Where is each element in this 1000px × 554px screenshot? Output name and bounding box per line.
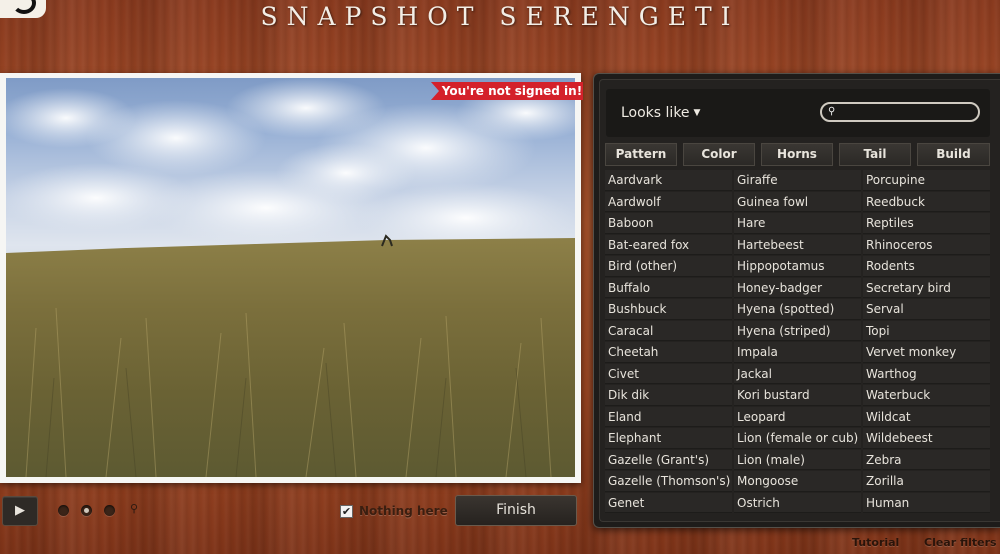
- species-column-3: Porcupine Reedbuck Reptiles Rhinoceros R…: [863, 170, 990, 514]
- tab-build[interactable]: Build: [917, 143, 990, 166]
- not-signed-in-banner: You're not signed in!: [431, 82, 583, 100]
- tutorial-link[interactable]: Tutorial: [852, 536, 899, 549]
- species-item[interactable]: Eland: [605, 406, 732, 427]
- species-item[interactable]: Hartebeest: [734, 234, 861, 255]
- map-pin-icon[interactable]: ⚲: [130, 503, 140, 515]
- species-item[interactable]: Aardvark: [605, 170, 732, 191]
- species-item[interactable]: Waterbuck: [863, 385, 990, 406]
- image-controls: ▶ ⚲ ✔ Nothing here Finish: [0, 490, 590, 530]
- species-item[interactable]: Reptiles: [863, 213, 990, 234]
- tab-pattern[interactable]: Pattern: [605, 143, 677, 166]
- play-icon: ▶: [15, 503, 25, 518]
- nothing-here-option[interactable]: ✔ Nothing here: [340, 502, 448, 520]
- species-item[interactable]: Bird (other): [605, 256, 732, 277]
- species-item[interactable]: Gazelle (Grant's): [605, 449, 732, 470]
- species-item[interactable]: Gazelle (Thomson's): [605, 471, 732, 492]
- finish-button[interactable]: Finish: [455, 495, 577, 526]
- species-item[interactable]: Aardwolf: [605, 191, 732, 212]
- species-item[interactable]: Zebra: [863, 449, 990, 470]
- species-item[interactable]: Hyena (striped): [734, 320, 861, 341]
- species-item[interactable]: Warthog: [863, 363, 990, 384]
- species-item[interactable]: Kori bustard: [734, 385, 861, 406]
- subject-image-frame: [0, 73, 581, 483]
- species-item[interactable]: Human: [863, 492, 990, 513]
- tab-color[interactable]: Color: [683, 143, 755, 166]
- frame-dot-2[interactable]: [81, 505, 92, 516]
- species-search-input[interactable]: [842, 105, 972, 119]
- species-item[interactable]: Hyena (spotted): [734, 299, 861, 320]
- frame-dot-3[interactable]: [104, 505, 115, 516]
- species-list: Aardvark Aardwolf Baboon Bat-eared fox B…: [605, 170, 990, 515]
- species-item[interactable]: Zorilla: [863, 471, 990, 492]
- species-item[interactable]: Hippopotamus: [734, 256, 861, 277]
- tab-horns[interactable]: Horns: [761, 143, 833, 166]
- species-item[interactable]: Bushbuck: [605, 299, 732, 320]
- species-item[interactable]: Civet: [605, 363, 732, 384]
- frame-dot-1[interactable]: [58, 505, 69, 516]
- species-item[interactable]: Cheetah: [605, 342, 732, 363]
- looks-like-dropdown[interactable]: Looks like ▼: [621, 102, 700, 124]
- species-item[interactable]: Elephant: [605, 428, 732, 449]
- species-item[interactable]: Vervet monkey: [863, 342, 990, 363]
- species-item[interactable]: Lion (female or cub): [734, 428, 861, 449]
- species-item[interactable]: Rhinoceros: [863, 234, 990, 255]
- species-item[interactable]: Baboon: [605, 213, 732, 234]
- species-item[interactable]: Wildebeest: [863, 428, 990, 449]
- savanna-scene-image: [6, 78, 575, 477]
- species-item[interactable]: Impala: [734, 342, 861, 363]
- species-column-1: Aardvark Aardwolf Baboon Bat-eared fox B…: [605, 170, 732, 514]
- species-item[interactable]: Bat-eared fox: [605, 234, 732, 255]
- species-item[interactable]: Rodents: [863, 256, 990, 277]
- species-item[interactable]: Lion (male): [734, 449, 861, 470]
- looks-like-label: Looks like: [621, 105, 690, 121]
- chevron-down-icon: ▼: [693, 108, 701, 118]
- species-search-field[interactable]: ⚲: [820, 102, 980, 122]
- species-item[interactable]: Honey-badger: [734, 277, 861, 298]
- species-item[interactable]: Ostrich: [734, 492, 861, 513]
- species-item[interactable]: Genet: [605, 492, 732, 513]
- camera-trap-photo: [6, 78, 575, 477]
- nothing-here-label: Nothing here: [359, 504, 448, 518]
- species-item[interactable]: Topi: [863, 320, 990, 341]
- species-item[interactable]: Caracal: [605, 320, 732, 341]
- species-column-2: Giraffe Guinea fowl Hare Hartebeest Hipp…: [734, 170, 861, 514]
- species-item[interactable]: Leopard: [734, 406, 861, 427]
- site-title: SNAPSHOT SERENGETI: [260, 2, 740, 31]
- species-item[interactable]: Mongoose: [734, 471, 861, 492]
- species-item[interactable]: Reedbuck: [863, 191, 990, 212]
- filter-tabs: Pattern Color Horns Tail Build: [605, 143, 990, 166]
- species-item[interactable]: Jackal: [734, 363, 861, 384]
- play-button[interactable]: ▶: [2, 496, 38, 526]
- species-item[interactable]: Porcupine: [863, 170, 990, 191]
- filter-bar: Looks like ▼ ⚲: [606, 89, 990, 137]
- species-item[interactable]: Giraffe: [734, 170, 861, 191]
- clouds: [6, 78, 575, 253]
- species-item[interactable]: Secretary bird: [863, 277, 990, 298]
- clear-filters-link[interactable]: Clear filters: [924, 536, 997, 549]
- nothing-here-checkbox[interactable]: ✔: [340, 504, 353, 518]
- species-item[interactable]: Hare: [734, 213, 861, 234]
- species-item[interactable]: Buffalo: [605, 277, 732, 298]
- search-icon: ⚲: [828, 106, 836, 117]
- species-item[interactable]: Serval: [863, 299, 990, 320]
- species-item[interactable]: Guinea fowl: [734, 191, 861, 212]
- classification-panel: Looks like ▼ ⚲ Pattern Color Horns Tail B…: [593, 73, 1000, 528]
- tab-tail[interactable]: Tail: [839, 143, 911, 166]
- species-item[interactable]: Wildcat: [863, 406, 990, 427]
- species-item[interactable]: Dik dik: [605, 385, 732, 406]
